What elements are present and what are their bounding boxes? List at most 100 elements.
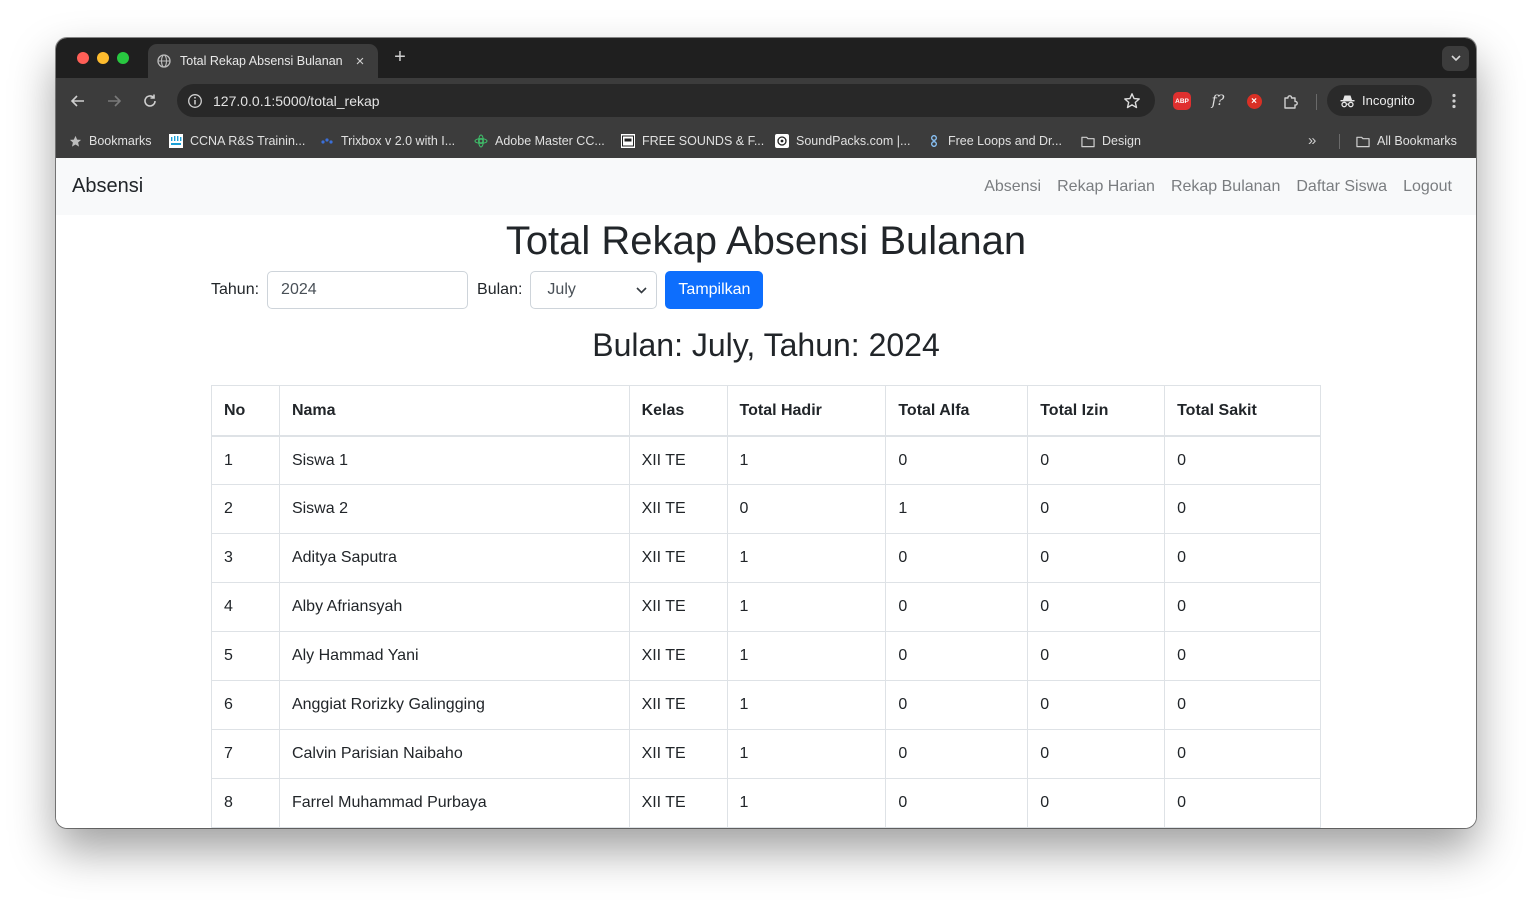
bookmark-item[interactable]: SoundPacks.com |... bbox=[775, 124, 910, 158]
header-kelas: Kelas bbox=[628, 385, 728, 437]
extensions-puzzle-icon[interactable] bbox=[1280, 91, 1300, 111]
site-info-icon[interactable] bbox=[187, 93, 203, 109]
navbar-brand[interactable]: Absensi bbox=[72, 175, 143, 198]
show-button[interactable]: Tampilkan bbox=[665, 271, 764, 309]
cell-nama: Anggiat Rorizky Galingging bbox=[278, 680, 630, 731]
cell-nama: Siswa 2 bbox=[278, 484, 630, 535]
reload-button[interactable] bbox=[141, 92, 159, 110]
cell-total-izin: 0 bbox=[1027, 631, 1166, 682]
navbar: Absensi Absensi Rekap Harian Rekap Bulan… bbox=[56, 158, 1476, 215]
cell-total-alfa: 0 bbox=[885, 729, 1029, 780]
bookmark-item[interactable]: CCNA R&S Trainin... bbox=[169, 124, 305, 158]
cell-kelas: XII TE bbox=[628, 533, 728, 584]
header-total-sakit: Total Sakit bbox=[1164, 385, 1321, 437]
cell-kelas: XII TE bbox=[628, 729, 728, 780]
nav-link-rekap-bulanan[interactable]: Rekap Bulanan bbox=[1171, 178, 1280, 196]
cell-total-izin: 0 bbox=[1027, 435, 1166, 486]
table-row: 2 Siswa 2 XII TE 0 1 0 0 bbox=[211, 484, 1321, 535]
maximize-window-button[interactable] bbox=[117, 52, 129, 64]
tab-search-button[interactable] bbox=[1442, 46, 1469, 71]
cell-nama: Calvin Parisian Naibaho bbox=[278, 729, 630, 780]
month-select[interactable]: July bbox=[530, 271, 658, 309]
cell-total-izin: 0 bbox=[1027, 729, 1166, 780]
cell-no: 3 bbox=[211, 533, 280, 584]
bookmark-item[interactable]: Adobe Master CC... bbox=[474, 124, 605, 158]
table-row: 3 Aditya Saputra XII TE 1 0 0 0 bbox=[211, 533, 1321, 584]
table-row: 6 Anggiat Rorizky Galingging XII TE 1 0 0 0 bbox=[211, 680, 1321, 731]
cell-no: 7 bbox=[211, 729, 280, 780]
nav-link-rekap-harian[interactable]: Rekap Harian bbox=[1057, 178, 1155, 196]
cell-total-hadir: 1 bbox=[726, 680, 887, 731]
address-bar[interactable]: 127.0.0.1:5000/total_rekap bbox=[177, 84, 1155, 117]
bookmark-item[interactable]: FREE SOUNDS & F... bbox=[621, 124, 764, 158]
cell-total-hadir: 1 bbox=[726, 582, 887, 633]
star-icon bbox=[68, 134, 82, 148]
cell-total-alfa: 0 bbox=[885, 582, 1029, 633]
cell-no: 6 bbox=[211, 680, 280, 731]
cell-total-izin: 0 bbox=[1027, 778, 1166, 828]
x-extension-icon[interactable]: × bbox=[1244, 91, 1264, 111]
folder-icon bbox=[1081, 134, 1095, 148]
cell-total-alfa: 0 bbox=[885, 778, 1029, 828]
cell-no: 5 bbox=[211, 631, 280, 682]
browser-toolbar: 127.0.0.1:5000/total_rekap ABP f? × Inco… bbox=[56, 78, 1476, 124]
nav-link-logout[interactable]: Logout bbox=[1403, 178, 1452, 196]
nav-link-absensi[interactable]: Absensi bbox=[984, 178, 1041, 196]
cell-total-hadir: 1 bbox=[726, 631, 887, 682]
active-tab[interactable]: Total Rekap Absensi Bulanan × bbox=[148, 44, 378, 78]
cell-kelas: XII TE bbox=[628, 631, 728, 682]
bookmark-item[interactable]: Trixbox v 2.0 with I... bbox=[320, 124, 455, 158]
cell-total-izin: 0 bbox=[1027, 484, 1166, 535]
cell-nama: Alby Afriansyah bbox=[278, 582, 630, 633]
cell-total-sakit: 0 bbox=[1164, 778, 1321, 828]
header-total-alfa: Total Alfa bbox=[885, 385, 1029, 437]
incognito-label: Incognito bbox=[1362, 93, 1415, 108]
folder-icon bbox=[1356, 134, 1370, 148]
toolbar-divider bbox=[1316, 94, 1317, 110]
cell-kelas: XII TE bbox=[628, 582, 728, 633]
trixbox-icon bbox=[320, 134, 334, 148]
bookmark-item[interactable]: Free Loops and Dr... bbox=[927, 124, 1062, 158]
chevron-down-icon bbox=[1450, 55, 1461, 62]
new-tab-button[interactable]: + bbox=[390, 46, 410, 69]
tab-strip: Total Rekap Absensi Bulanan × + bbox=[56, 38, 1476, 78]
more-bookmarks-chevron-icon[interactable]: » bbox=[1308, 132, 1316, 149]
fx-extension-icon[interactable]: f? bbox=[1208, 91, 1228, 111]
year-input-value: 2024 bbox=[281, 281, 317, 298]
loops-icon bbox=[927, 134, 941, 148]
month-label: Bulan: bbox=[477, 281, 523, 298]
nav-links: Absensi Rekap Harian Rekap Bulanan Dafta… bbox=[984, 178, 1452, 196]
minimize-window-button[interactable] bbox=[97, 52, 109, 64]
sounds-icon bbox=[621, 134, 635, 148]
nav-link-daftar-siswa[interactable]: Daftar Siswa bbox=[1296, 178, 1387, 196]
back-button[interactable] bbox=[69, 92, 87, 110]
adblock-extension-icon[interactable]: ABP bbox=[1172, 91, 1192, 111]
cell-total-sakit: 0 bbox=[1164, 680, 1321, 731]
cell-kelas: XII TE bbox=[628, 778, 728, 828]
all-bookmarks-button[interactable]: All Bookmarks bbox=[1356, 124, 1457, 158]
cell-total-hadir: 1 bbox=[726, 778, 887, 828]
cell-total-sakit: 0 bbox=[1164, 484, 1321, 535]
main-container: Total Rekap Absensi Bulanan Tahun: 2024 … bbox=[211, 215, 1321, 828]
bookmark-item[interactable]: Bookmarks bbox=[68, 124, 152, 158]
cell-total-alfa: 0 bbox=[885, 680, 1029, 731]
cell-total-sakit: 0 bbox=[1164, 729, 1321, 780]
incognito-indicator[interactable]: Incognito bbox=[1327, 85, 1432, 116]
forward-button[interactable] bbox=[105, 92, 123, 110]
cell-total-sakit: 0 bbox=[1164, 435, 1321, 486]
year-input[interactable]: 2024 bbox=[267, 271, 469, 309]
bookmark-star-icon[interactable] bbox=[1123, 92, 1141, 110]
table-header-row: No Nama Kelas Total Hadir Total Alfa Total Iz… bbox=[211, 385, 1321, 437]
table-row: 8 Farrel Muhammad Purbaya XII TE 1 0 0 0 bbox=[211, 778, 1321, 828]
bookmark-item[interactable]: Design bbox=[1081, 124, 1141, 158]
browser-menu-icon[interactable] bbox=[1444, 91, 1464, 111]
adobe-icon bbox=[474, 134, 488, 148]
cell-nama: Farrel Muhammad Purbaya bbox=[278, 778, 630, 828]
cell-total-izin: 0 bbox=[1027, 582, 1166, 633]
header-total-hadir: Total Hadir bbox=[726, 385, 887, 437]
tab-close-icon[interactable]: × bbox=[352, 53, 368, 70]
table-row: 7 Calvin Parisian Naibaho XII TE 1 0 0 0 bbox=[211, 729, 1321, 780]
cell-total-izin: 0 bbox=[1027, 533, 1166, 584]
year-label: Tahun: bbox=[211, 281, 260, 298]
close-window-button[interactable] bbox=[77, 52, 89, 64]
